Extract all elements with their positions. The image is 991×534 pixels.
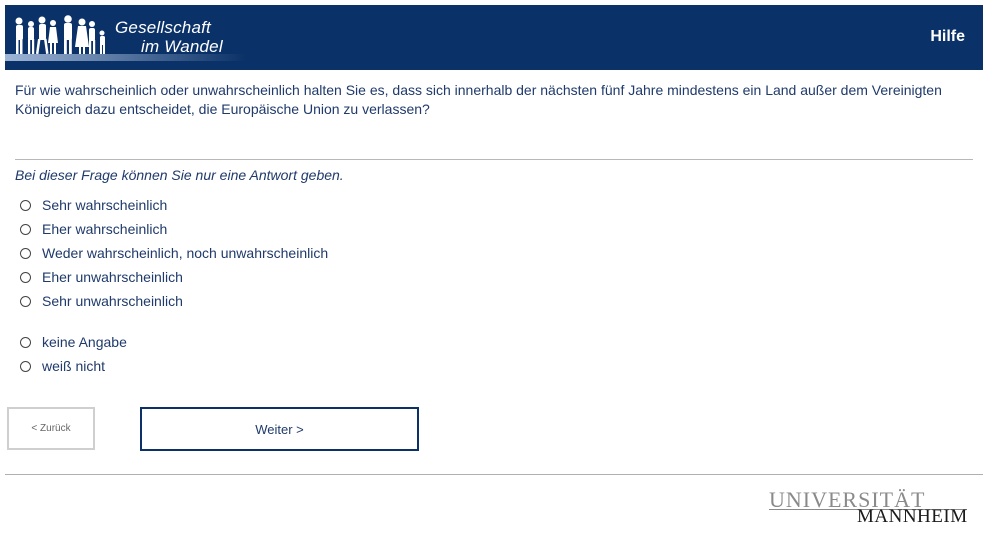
- option-keine-angabe[interactable]: keine Angabe: [20, 333, 127, 351]
- option-label: Eher wahrscheinlich: [42, 221, 168, 237]
- option-label: Eher unwahrscheinlich: [42, 269, 183, 285]
- option-label: Sehr wahrscheinlich: [42, 197, 168, 213]
- option-weiss-nicht[interactable]: weiß nicht: [20, 357, 105, 375]
- radio-button[interactable]: [20, 295, 31, 307]
- option-sehr-wahrscheinlich[interactable]: Sehr wahrscheinlich: [20, 196, 167, 214]
- next-button[interactable]: Weiter >: [140, 407, 419, 451]
- footer-divider: [5, 474, 983, 475]
- uni-logo-line2: MANNHEIM: [857, 506, 968, 527]
- gesellschaft-im-wandel-logo: Gesellschaft im Wandel: [5, 5, 265, 70]
- help-link[interactable]: Hilfe: [930, 28, 965, 46]
- option-weder-noch[interactable]: Weder wahrscheinlich, noch unwahrscheinl…: [20, 244, 328, 262]
- answer-instruction: Bei dieser Frage können Sie nur eine Ant…: [15, 167, 344, 183]
- option-label: weiß nicht: [42, 358, 106, 374]
- divider: [15, 159, 973, 160]
- option-label: Weder wahrscheinlich, noch unwahrscheinl…: [42, 245, 329, 261]
- radio-button[interactable]: [20, 199, 31, 211]
- logo-text-line1: Gesellschaft: [115, 18, 211, 37]
- option-eher-wahrscheinlich[interactable]: Eher wahrscheinlich: [20, 220, 167, 238]
- radio-button[interactable]: [20, 247, 31, 259]
- logo-text-line2: im Wandel: [141, 37, 223, 56]
- radio-button[interactable]: [20, 223, 31, 235]
- radio-button[interactable]: [20, 336, 31, 348]
- header-bar: Gesellschaft im Wandel Hilfe: [5, 5, 983, 70]
- option-eher-unwahrscheinlich[interactable]: Eher unwahrscheinlich: [20, 268, 183, 286]
- question-text: Für wie wahrscheinlich oder unwahrschein…: [15, 82, 942, 117]
- option-sehr-unwahrscheinlich[interactable]: Sehr unwahrscheinlich: [20, 292, 183, 310]
- radio-button[interactable]: [20, 360, 31, 372]
- option-label: keine Angabe: [42, 334, 127, 350]
- back-button[interactable]: < Zurück: [7, 407, 95, 450]
- option-label: Sehr unwahrscheinlich: [42, 293, 183, 309]
- radio-button[interactable]: [20, 271, 31, 283]
